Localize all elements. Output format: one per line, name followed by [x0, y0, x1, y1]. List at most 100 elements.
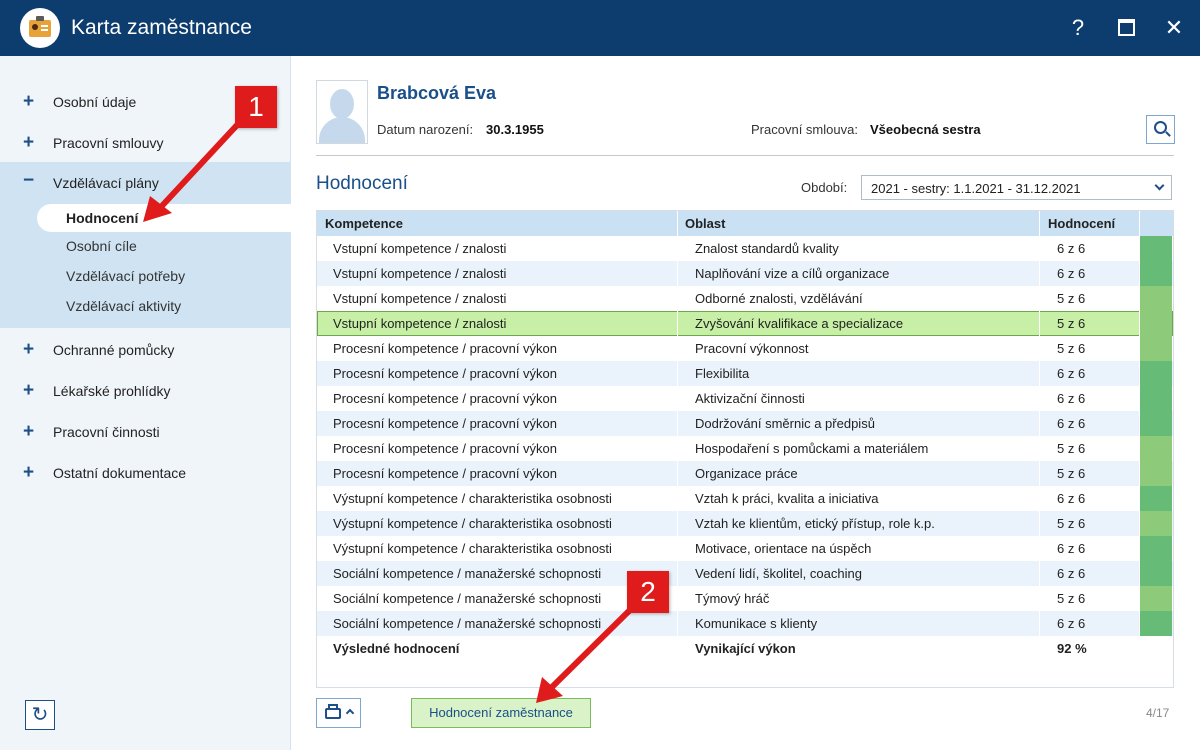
period-label: Období:	[801, 180, 848, 195]
cell-oblast: Znalost standardů kvality	[695, 241, 839, 256]
table-row[interactable]: Výstupní kompetence / charakteristika os…	[317, 486, 1173, 511]
table-row[interactable]: Procesní kompetence / pracovní výkon Dodr…	[317, 411, 1173, 436]
close-button[interactable]: ✕	[1160, 14, 1188, 42]
cell-oblast: Týmový hráč	[695, 591, 770, 606]
cell-oblast: Naplňování vize a cílů organizace	[695, 266, 890, 281]
cell-kompetence: Vstupní kompetence / znalosti	[333, 316, 507, 331]
cell-oblast: Organizace práce	[695, 466, 798, 481]
cell-kompetence: Výstupní kompetence / charakteristika os…	[333, 491, 612, 506]
employee-name: Brabcová Eva	[377, 83, 497, 103]
sidebar-item-label: Ochranné pomůcky	[53, 342, 175, 358]
table-row[interactable]: Procesní kompetence / pracovní výkon Akti…	[317, 386, 1173, 411]
cell-oblast: Pracovní výkonnost	[695, 341, 809, 356]
sidebar: + Osobní údaje + Pracovní smlouvy − Vzdě…	[0, 56, 291, 750]
sidebar-item-label: Ostatní dokumentace	[53, 465, 187, 481]
table-header: Kompetence Oblast Hodnocení	[317, 211, 1173, 236]
rating-color-swatch	[1139, 386, 1172, 411]
cell-oblast: Vedení lidí, školitel, coaching	[695, 566, 862, 581]
cell-oblast: Vztah ke klientům, etický přístup, role …	[695, 516, 935, 531]
cell-kompetence: Vstupní kompetence / znalosti	[333, 241, 507, 256]
refresh-button[interactable]: ↻	[25, 700, 55, 730]
cell-hodnoceni: 6 z 6	[1057, 566, 1086, 581]
total-label: Výsledné hodnocení	[333, 641, 460, 656]
print-button[interactable]	[316, 698, 361, 728]
total-value: 92 %	[1057, 641, 1087, 656]
title-bar: Karta zaměstnance ? ✕	[0, 0, 1200, 56]
table-row[interactable]: Procesní kompetence / pracovní výkon Prac…	[317, 336, 1173, 361]
sidebar-item-ostatni-dokumentace[interactable]: + Ostatní dokumentace	[0, 452, 291, 493]
help-button[interactable]: ?	[1064, 14, 1092, 42]
sidebar-item-ochranne-pomucky[interactable]: + Ochranné pomůcky	[0, 329, 291, 370]
column-separator	[1139, 211, 1140, 661]
sidebar-group-vzdelavaci-plany: − Vzdělávací plány Osobní cíle Vzdělávac…	[0, 162, 291, 328]
cell-kompetence: Procesní kompetence / pracovní výkon	[333, 366, 558, 381]
employee-photo-placeholder	[316, 80, 368, 144]
sidebar-subitem-osobni-cile[interactable]: Osobní cíle	[66, 238, 137, 254]
period-select[interactable]: 2021 - sestry: 1.1.2021 - 31.12.2021	[861, 175, 1172, 200]
maximize-icon	[1117, 19, 1135, 36]
sidebar-item-label: Osobní údaje	[53, 94, 137, 110]
table-row[interactable]: Výstupní kompetence / charakteristika os…	[317, 536, 1173, 561]
minus-icon: −	[23, 170, 35, 191]
sidebar-subitem-vzdelavaci-potreby[interactable]: Vzdělávací potřeby	[66, 268, 185, 284]
rating-color-swatch	[1139, 261, 1172, 286]
column-header-hodnoceni[interactable]: Hodnocení	[1048, 216, 1115, 231]
table-row[interactable]: Výstupní kompetence / charakteristika os…	[317, 511, 1173, 536]
cell-kompetence: Procesní kompetence / pracovní výkon	[333, 391, 558, 406]
rating-color-swatch	[1139, 486, 1172, 511]
sidebar-item-label: Vzdělávací plány	[53, 175, 159, 191]
evaluation-table: Kompetence Oblast Hodnocení Vstupní komp…	[316, 210, 1174, 688]
cell-hodnoceni: 6 z 6	[1057, 391, 1086, 406]
table-row[interactable]: Sociální kompetence / manažerské schopno…	[317, 561, 1173, 586]
sidebar-item-pracovni-smlouvy[interactable]: + Pracovní smlouvy	[0, 122, 291, 163]
table-row[interactable]: Procesní kompetence / pracovní výkon Orga…	[317, 461, 1173, 486]
plus-icon: +	[23, 462, 35, 483]
plus-icon: +	[23, 91, 35, 112]
chevron-up-icon	[345, 708, 355, 718]
maximize-button[interactable]	[1112, 14, 1140, 42]
sidebar-item-label: Pracovní činnosti	[53, 424, 160, 440]
cell-hodnoceni: 6 z 6	[1057, 541, 1086, 556]
employee-evaluation-button[interactable]: Hodnocení zaměstnance	[411, 698, 591, 728]
table-row[interactable]: Procesní kompetence / pracovní výkon Flex…	[317, 361, 1173, 386]
cell-hodnoceni: 5 z 6	[1057, 316, 1086, 331]
birth-date-label: Datum narození:	[377, 122, 474, 137]
cell-oblast: Komunikace s klienty	[695, 616, 818, 631]
sidebar-item-pracovni-cinnosti[interactable]: + Pracovní činnosti	[0, 411, 291, 452]
contract-label: Pracovní smlouva:	[751, 122, 858, 137]
cell-hodnoceni: 6 z 6	[1057, 241, 1086, 256]
sidebar-subitem-vzdelavaci-aktivity[interactable]: Vzdělávací aktivity	[66, 298, 181, 314]
column-header-oblast[interactable]: Oblast	[685, 216, 725, 231]
table-row[interactable]: Vstupní kompetence / znalosti Zvyšování k…	[317, 311, 1173, 336]
cell-kompetence: Procesní kompetence / pracovní výkon	[333, 466, 558, 481]
cell-oblast: Flexibilita	[695, 366, 750, 381]
total-oblast: Vynikající výkon	[695, 641, 796, 656]
table-row[interactable]: Vstupní kompetence / znalosti Znalost sta…	[317, 236, 1173, 261]
section-title: Hodnocení	[316, 173, 408, 194]
contract-value: Všeobecná sestra	[870, 122, 981, 137]
cell-oblast: Aktivizační činnosti	[695, 391, 805, 406]
table-row[interactable]: Vstupní kompetence / znalosti Odborné zna…	[317, 286, 1173, 311]
sidebar-subitem-label: Hodnocení	[66, 210, 139, 226]
sidebar-item-vzdelavaci-plany[interactable]: − Vzdělávací plány	[0, 162, 291, 203]
cell-hodnoceni: 5 z 6	[1057, 341, 1086, 356]
table-row[interactable]: Sociální kompetence / manažerské schopno…	[317, 611, 1173, 636]
cell-hodnoceni: 5 z 6	[1057, 441, 1086, 456]
column-header-kompetence[interactable]: Kompetence	[325, 216, 403, 231]
annotation-badge-1: 1	[235, 86, 277, 128]
plus-icon: +	[23, 132, 35, 153]
sidebar-item-lekarske-prohlidky[interactable]: + Lékařské prohlídky	[0, 370, 291, 411]
table-row[interactable]: Vstupní kompetence / znalosti Naplňování …	[317, 261, 1173, 286]
rating-color-swatch	[1139, 611, 1172, 636]
sidebar-subitem-hodnoceni[interactable]: Hodnocení	[37, 204, 291, 232]
cell-kompetence: Výstupní kompetence / charakteristika os…	[333, 541, 612, 556]
cell-oblast: Hospodaření s pomůckami a materiálem	[695, 441, 929, 456]
employee-card-icon	[20, 8, 60, 48]
cell-hodnoceni: 5 z 6	[1057, 291, 1086, 306]
cell-oblast: Odborné znalosti, vzdělávání	[695, 291, 863, 306]
table-row[interactable]: Procesní kompetence / pracovní výkon Hosp…	[317, 436, 1173, 461]
search-button[interactable]	[1146, 115, 1175, 144]
cell-kompetence: Vstupní kompetence / znalosti	[333, 266, 507, 281]
sidebar-item-label: Pracovní smlouvy	[53, 135, 164, 151]
table-row[interactable]: Sociální kompetence / manažerské schopno…	[317, 586, 1173, 611]
